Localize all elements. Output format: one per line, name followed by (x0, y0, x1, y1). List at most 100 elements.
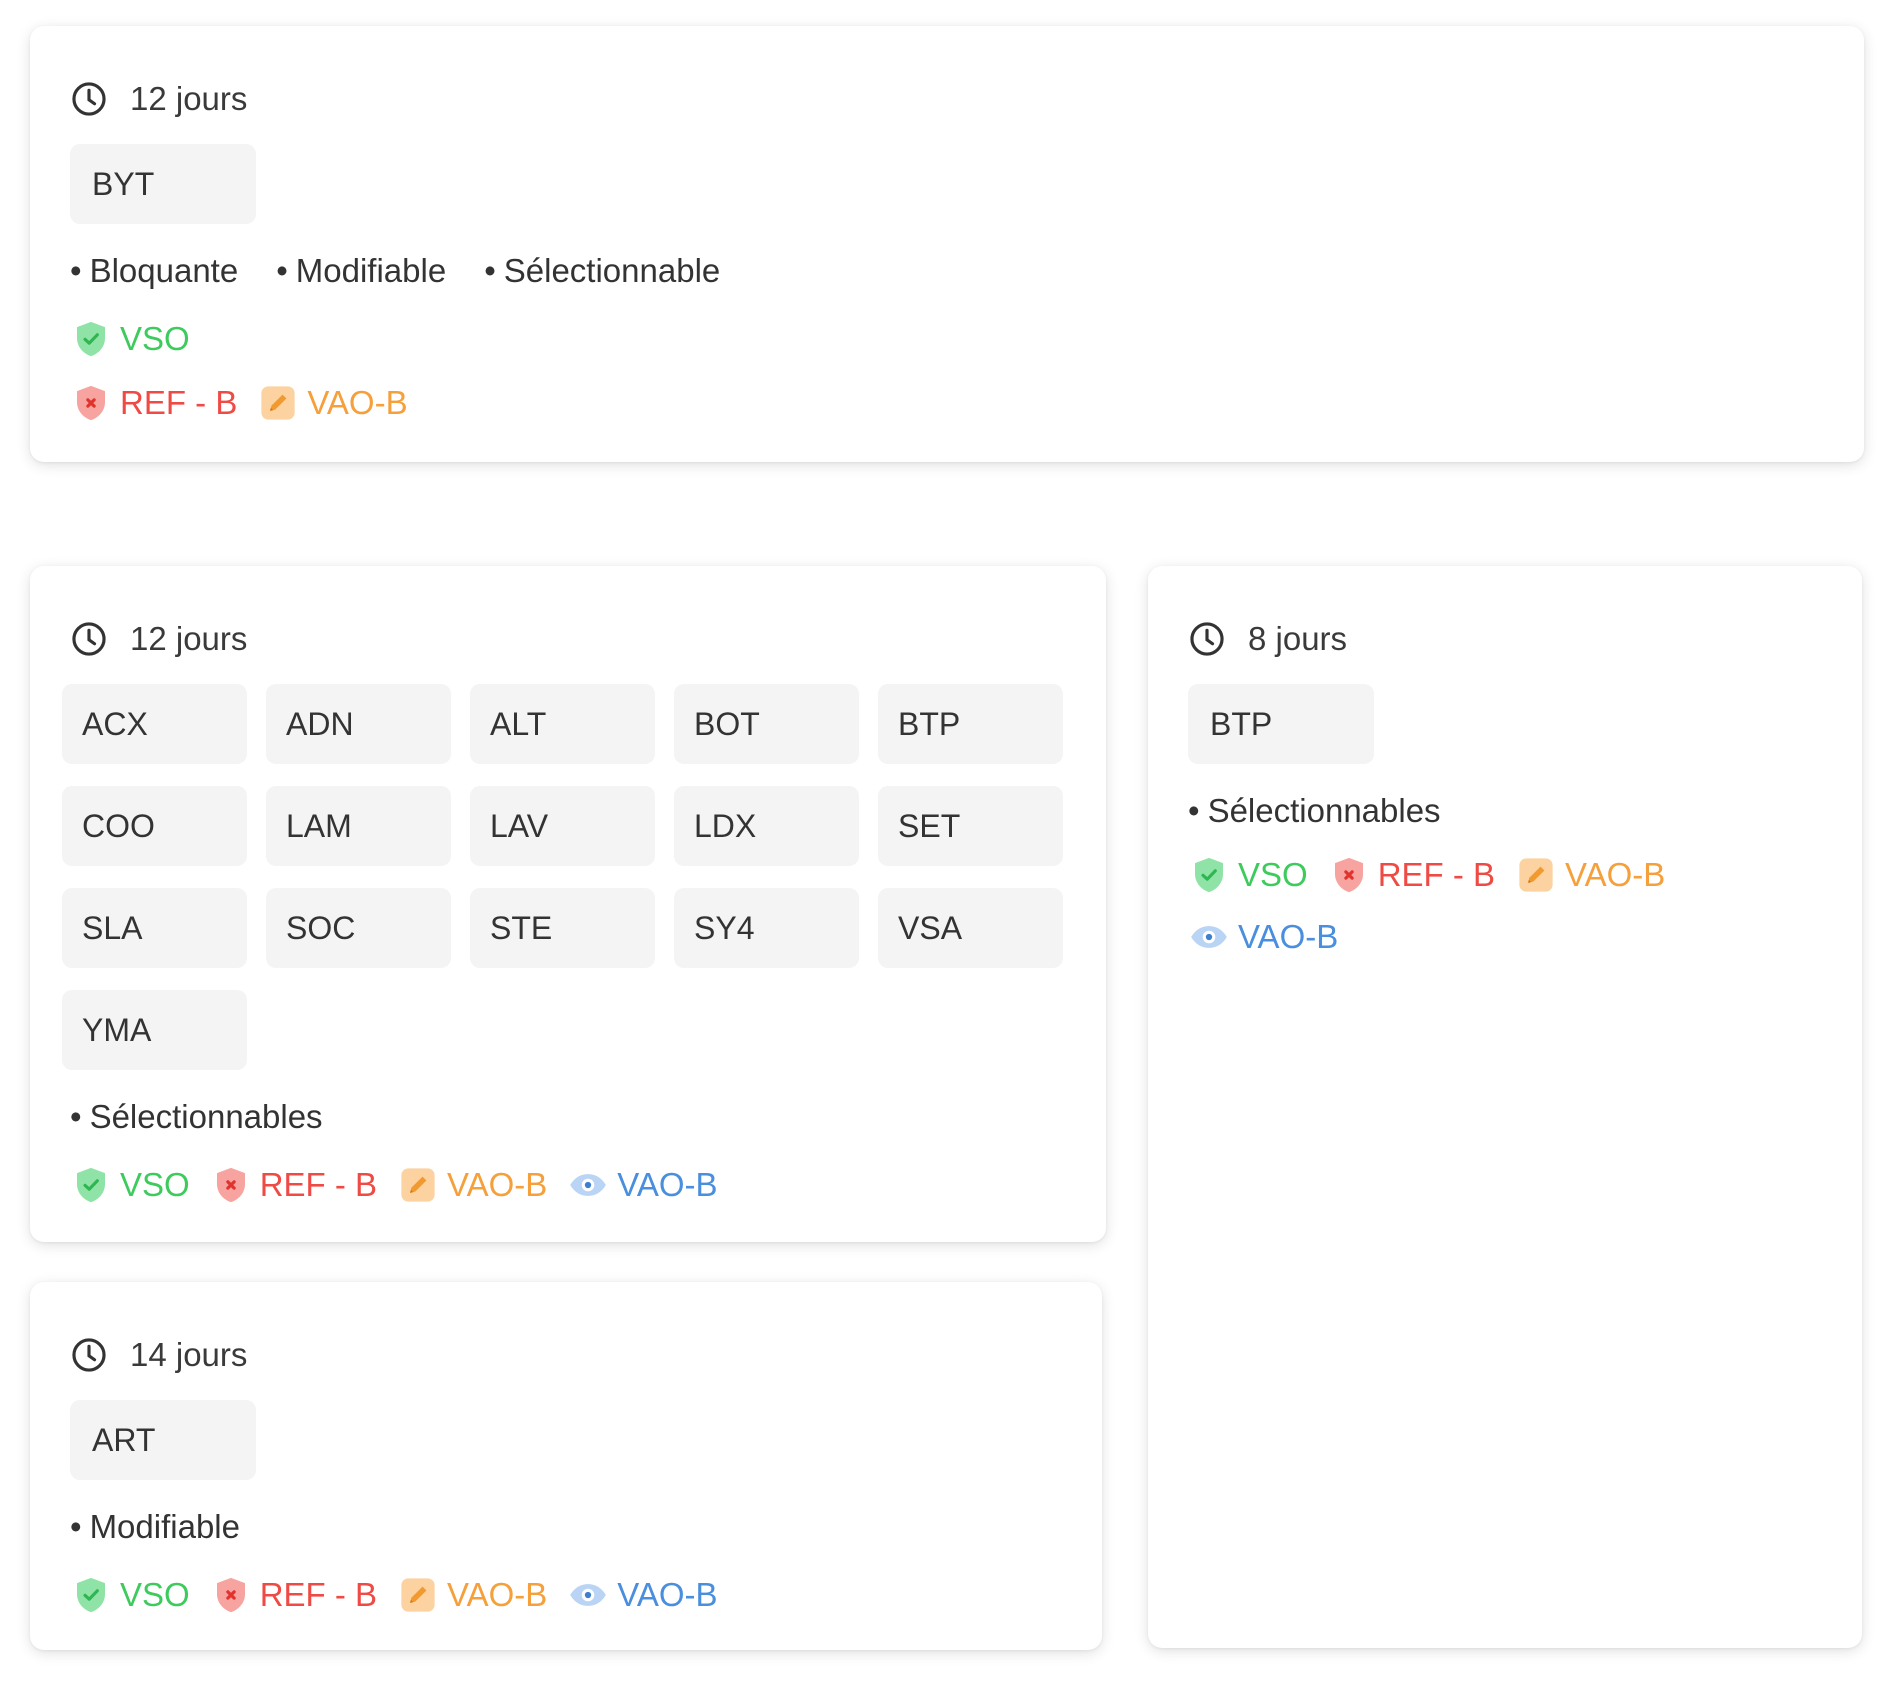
clock-icon (70, 80, 108, 118)
eye-icon (567, 1574, 609, 1616)
status-row: VSO REF - B VAO-B VAO-B (70, 1570, 1062, 1620)
entity-chip[interactable]: ACX (62, 684, 247, 764)
status-label: REF - B (1377, 856, 1496, 893)
entity-chip[interactable]: BYT (70, 144, 256, 224)
status-label: VAO-B (1565, 856, 1666, 893)
status-label: REF - B (259, 1166, 378, 1203)
property-list: Sélectionnables (70, 1092, 1066, 1142)
entity-chip[interactable]: BTP (1188, 684, 1374, 764)
status-badge: VAO-B (1515, 854, 1665, 896)
entity-chip-list: ACX ADN ALT BOT BTP COO LAM LAV LDX SET SLA SOC STE S… (62, 684, 1066, 1070)
status-label: VAO-B (447, 1166, 548, 1203)
eye-icon (567, 1164, 609, 1206)
property-list: Bloquante Modifiable Sélectionnable (70, 246, 1824, 296)
shield-check-icon (70, 1574, 112, 1616)
duration-row: 8 jours (1188, 614, 1822, 664)
shield-x-icon (210, 1164, 252, 1206)
eye-icon (1188, 916, 1230, 958)
status-label: VSO (1238, 856, 1308, 893)
duration-row: 12 jours (70, 614, 1066, 664)
status-badge: VAO-B (397, 1574, 547, 1616)
status-label: VSO (120, 320, 190, 357)
entity-chip[interactable]: BOT (674, 684, 859, 764)
status-badge: VAO-B (257, 382, 408, 424)
entity-chip[interactable]: COO (62, 786, 247, 866)
property-item: Modifiable (70, 1508, 240, 1546)
status-badge: REF - B (1328, 854, 1495, 896)
entity-chip[interactable]: VSA (878, 888, 1063, 968)
property-item: Bloquante (70, 252, 239, 290)
entity-chip[interactable]: SLA (62, 888, 247, 968)
status-label: VAO-B (447, 1576, 548, 1613)
status-badge: VAO-B (397, 1164, 547, 1206)
entity-chip[interactable]: SOC (266, 888, 451, 968)
page: 12 jours BYT Bloquante Modifiable Sélectionn… (0, 0, 1894, 1686)
circuit-card: 8 jours BTP Sélectionnables VSO REF - B VAO-B… (1148, 566, 1862, 1648)
status-row: VSO (70, 314, 1824, 364)
entity-chip[interactable]: ALT (470, 684, 655, 764)
status-label: VAO-B (307, 384, 408, 421)
status-row: VSO REF - B VAO-B VAO-B (70, 1160, 1066, 1210)
property-item: Sélectionnables (70, 1098, 323, 1136)
entity-chip[interactable]: LDX (674, 786, 859, 866)
property-list: Sélectionnables (1188, 786, 1822, 836)
status-badge: VSO (1188, 854, 1308, 896)
property-item: Sélectionnables (1188, 792, 1441, 830)
status-badge: REF - B (210, 1574, 377, 1616)
shield-x-icon (210, 1574, 252, 1616)
pencil-icon (397, 1574, 439, 1616)
entity-chip[interactable]: SET (878, 786, 1063, 866)
status-label: VSO (120, 1576, 190, 1613)
status-row: REF - B VAO-B (70, 378, 1824, 428)
status-badge: VAO-B (1188, 916, 1338, 958)
entity-chip-list: BYT (70, 144, 1824, 224)
duration-row: 14 jours (70, 1330, 1062, 1380)
duration-row: 12 jours (70, 74, 1824, 124)
status-badge: VAO-B (567, 1574, 718, 1616)
duration-label: 8 jours (1248, 620, 1348, 657)
circuit-card: 14 jours ART Modifiable VSO REF - B VAO-B VAO-… (30, 1282, 1102, 1650)
duration-label: 14 jours (130, 1336, 248, 1373)
entity-chip[interactable]: STE (470, 888, 655, 968)
status-row: VSO REF - B VAO-B VAO-B (1188, 854, 1822, 955)
status-badge: REF - B (210, 1164, 377, 1206)
entity-chip[interactable]: ADN (266, 684, 451, 764)
clock-icon (1188, 620, 1226, 658)
shield-x-icon (1328, 854, 1370, 896)
status-badge: VSO (70, 1164, 190, 1206)
status-badge: VAO-B (567, 1164, 718, 1206)
pencil-icon (397, 1164, 439, 1206)
entity-chip[interactable]: LAV (470, 786, 655, 866)
pencil-icon (1515, 854, 1557, 896)
status-badge: REF - B (70, 382, 237, 424)
entity-chip-list: ART (70, 1400, 1062, 1480)
status-label: VAO-B (617, 1166, 718, 1203)
shield-check-icon (1188, 854, 1230, 896)
entity-chip[interactable]: SY4 (674, 888, 859, 968)
status-label: REF - B (120, 384, 238, 421)
entity-chip-list: BTP (1188, 684, 1822, 764)
status-label: VSO (120, 1166, 190, 1203)
status-label: VAO-B (1238, 918, 1339, 955)
entity-chip[interactable]: ART (70, 1400, 256, 1480)
shield-check-icon (70, 318, 112, 360)
status-badge: VSO (70, 1574, 190, 1616)
clock-icon (70, 620, 108, 658)
property-item: Modifiable (276, 252, 446, 290)
property-item: Sélectionnable (484, 252, 721, 290)
entity-chip[interactable]: YMA (62, 990, 247, 1070)
pencil-icon (257, 382, 299, 424)
status-badge: VSO (70, 318, 190, 360)
entity-chip[interactable]: LAM (266, 786, 451, 866)
shield-x-icon (70, 382, 112, 424)
shield-check-icon (70, 1164, 112, 1206)
clock-icon (70, 1336, 108, 1374)
duration-label: 12 jours (130, 80, 248, 117)
circuit-card: 12 jours BYT Bloquante Modifiable Sélectionn… (30, 26, 1864, 462)
status-label: REF - B (259, 1576, 378, 1613)
status-label: VAO-B (617, 1576, 718, 1613)
entity-chip[interactable]: BTP (878, 684, 1063, 764)
circuit-card: 12 jours ACX ADN ALT BOT BTP COO LAM LAV LDX SET SL… (30, 566, 1106, 1242)
property-list: Modifiable (70, 1502, 1062, 1552)
duration-label: 12 jours (130, 620, 248, 657)
